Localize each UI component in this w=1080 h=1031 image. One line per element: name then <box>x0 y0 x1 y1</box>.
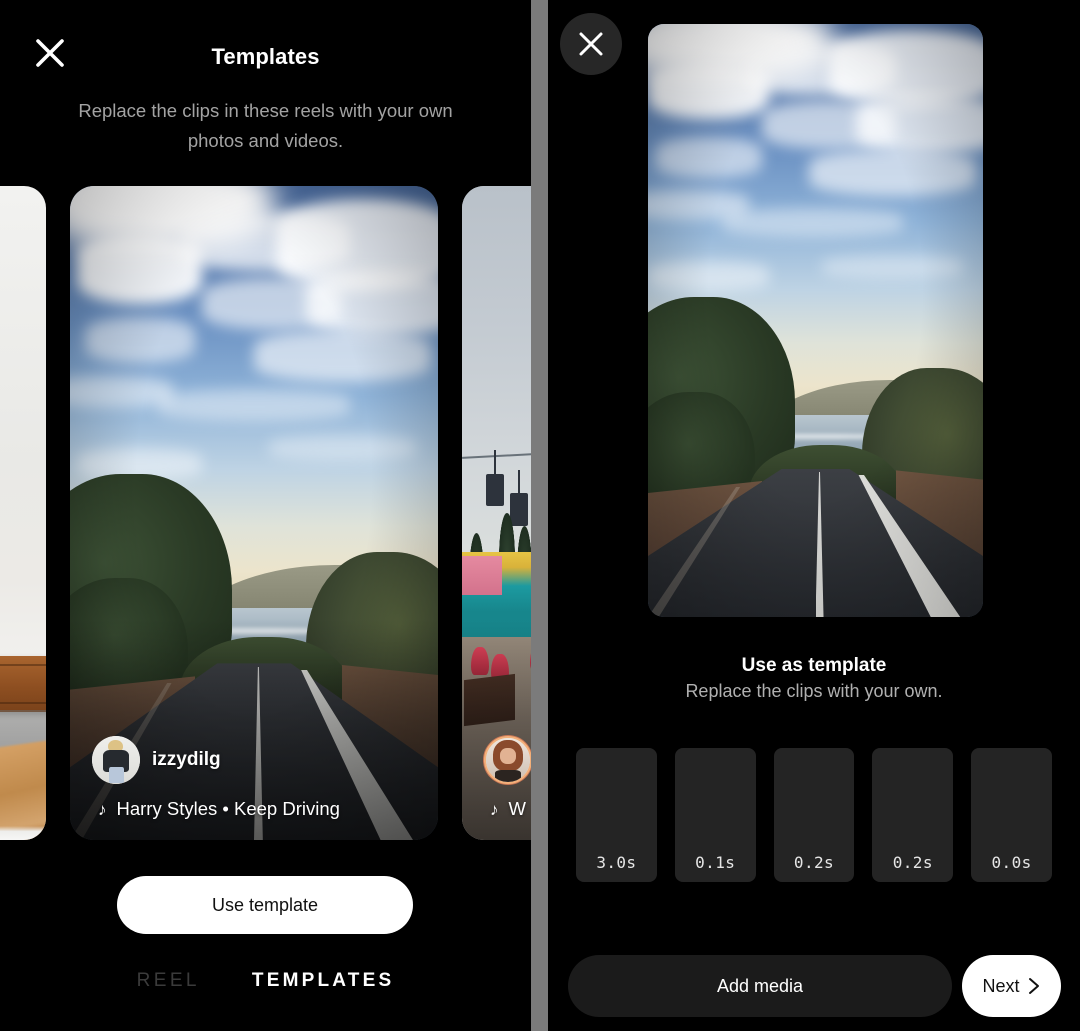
page-subtitle: Replace the clips in these reels with yo… <box>78 100 453 151</box>
use-template-button[interactable]: Use template <box>117 876 413 934</box>
clip-slot[interactable]: 0.0s <box>971 748 1052 882</box>
chevron-right-icon <box>1028 978 1039 994</box>
audio-label: Harry Styles • Keep Driving <box>116 798 340 819</box>
clip-timeline: 3.0s 0.1s 0.2s 0.2s 0.0s <box>576 748 1052 882</box>
template-audio[interactable]: ♪ W <box>462 798 531 820</box>
tab-reel[interactable]: REEL <box>137 970 200 992</box>
template-audio[interactable]: ♪ Harry Styles • Keep Driving <box>70 798 438 820</box>
template-card-meta: izzydilg ♪ Harry Styles • Keep Driving <box>70 736 438 840</box>
username-label: izzydilg <box>152 749 221 770</box>
template-card-active[interactable]: izzydilg ♪ Harry Styles • Keep Driving <box>70 186 438 840</box>
next-button-label: Next <box>982 975 1020 996</box>
template-card-previous[interactable] <box>0 186 46 840</box>
tab-templates[interactable]: TEMPLATES <box>252 970 394 992</box>
template-carousel[interactable]: izzydilg ♪ Harry Styles • Keep Driving ♪… <box>0 186 531 840</box>
template-author[interactable] <box>462 736 531 784</box>
avatar <box>484 736 531 784</box>
close-icon[interactable] <box>560 13 622 75</box>
mode-tabs: REEL TEMPLATES <box>0 970 531 992</box>
template-detail-panel: Use as template Replace the clips with y… <box>548 0 1080 1031</box>
clip-slot[interactable]: 0.1s <box>674 748 756 882</box>
audio-label: W <box>508 798 526 819</box>
clip-slot[interactable]: 3.0s <box>576 748 657 882</box>
next-button[interactable]: Next <box>962 955 1061 1017</box>
preview-subtitle: Replace the clips with your own. <box>685 681 943 701</box>
clip-duration: 0.1s <box>695 853 736 872</box>
avatar <box>92 736 140 784</box>
add-media-button[interactable]: Add media <box>568 955 952 1017</box>
clip-duration: 0.2s <box>793 853 835 872</box>
template-card-next[interactable]: ♪ W <box>462 186 531 840</box>
templates-screen: Templates Replace the clips in these ree… <box>0 0 1080 1031</box>
detail-action-bar: Add media Next <box>548 955 1080 1017</box>
clip-duration: 0.2s <box>892 853 933 872</box>
clip-duration: 3.0s <box>596 853 637 872</box>
templates-browse-panel: Templates Replace the clips in these ree… <box>0 0 531 1031</box>
clip-duration: 0.0s <box>991 853 1032 872</box>
template-author[interactable]: izzydilg <box>70 736 438 784</box>
panel-divider <box>531 0 548 1031</box>
page-title: Templates <box>211 44 320 69</box>
template-thumbnail <box>0 186 46 840</box>
clip-slot[interactable]: 0.2s <box>773 748 855 882</box>
template-preview[interactable] <box>648 24 983 617</box>
template-card-meta: ♪ W <box>462 736 531 840</box>
preview-title: Use as template <box>741 655 887 676</box>
clip-slot[interactable]: 0.2s <box>872 748 954 882</box>
music-note-icon: ♪ <box>490 799 499 819</box>
music-note-icon: ♪ <box>98 799 107 819</box>
